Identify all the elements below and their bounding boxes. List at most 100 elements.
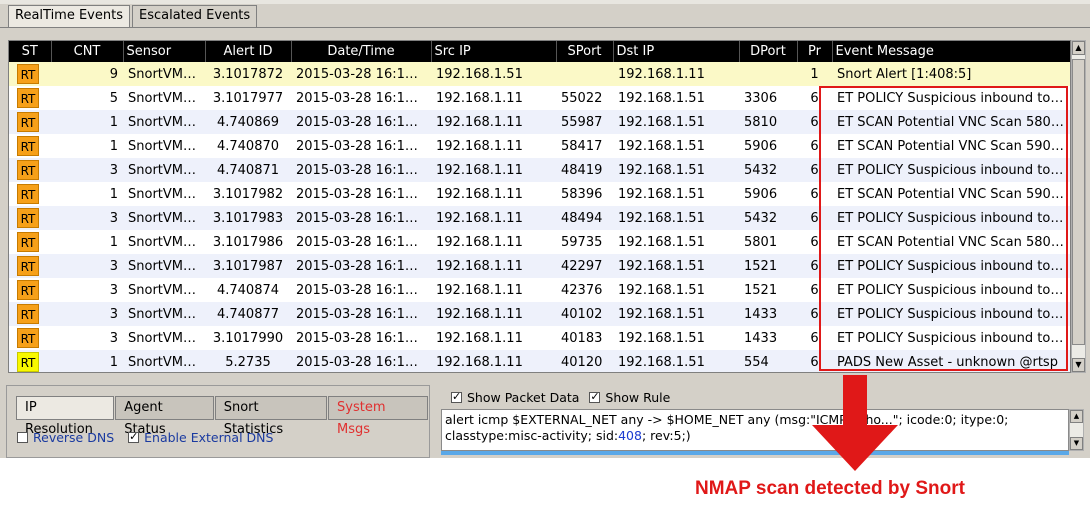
table-row[interactable]: RT 9 SnortVM-... 3.1017872 2015-03-28 16:11:…: [9, 62, 1070, 86]
tab-escalated-events[interactable]: Escalated Events: [132, 5, 258, 27]
reverse-dns-label: Reverse DNS: [33, 430, 115, 445]
cell-cnt: 1: [51, 134, 123, 158]
red-arrow-icon: [812, 375, 898, 471]
cell-sensor: SnortVM-...: [123, 86, 205, 110]
cell-sensor: SnortVM-...: [123, 278, 205, 302]
rule-scrollbar[interactable]: ▲ ▼: [1069, 409, 1084, 451]
status-badge: RT: [17, 328, 39, 348]
show-rule-checkbox[interactable]: [589, 390, 601, 403]
cell-src-ip: 192.168.1.11: [431, 230, 556, 254]
tab-ip-resolution[interactable]: IP Resolution: [16, 396, 115, 437]
event-tabs: RealTime Events Escalated Events: [8, 5, 259, 27]
cell-sport: 42297: [556, 254, 613, 278]
cell-sport: 40102: [556, 302, 613, 326]
column-header-src-ip[interactable]: Src IP: [431, 41, 557, 62]
cell-sport: 58396: [556, 182, 613, 206]
reverse-dns-checkbox[interactable]: [17, 432, 28, 443]
cell-dport: 5906: [739, 182, 797, 206]
cell-dport: [739, 62, 797, 86]
scan-alerts-highlight: [819, 86, 1068, 371]
status-badge: RT: [17, 256, 39, 276]
cell-datetime: 2015-03-28 16:12:29: [291, 230, 431, 254]
rule-line-2-prefix: classtype:misc-activity; sid:: [445, 428, 619, 443]
cell-st: RT: [9, 182, 51, 206]
status-badge: RT: [17, 232, 39, 252]
cell-cnt: 3: [51, 158, 123, 182]
cell-src-ip: 192.168.1.11: [431, 134, 556, 158]
rule-scroll-down-icon[interactable]: ▼: [1070, 437, 1083, 450]
status-badge: RT: [17, 136, 39, 156]
cell-sport: 42376: [556, 278, 613, 302]
tab-agent-status[interactable]: Agent Status: [115, 396, 214, 437]
cell-cnt: 3: [51, 206, 123, 230]
cell-datetime: 2015-03-28 16:12:26: [291, 86, 431, 110]
column-header-pr[interactable]: Pr: [797, 41, 833, 62]
column-header-st[interactable]: ST: [9, 41, 52, 62]
column-header-date-time[interactable]: Date/Time: [291, 41, 432, 62]
cell-sensor: SnortVM-...: [123, 206, 205, 230]
cell-cnt: 9: [51, 62, 123, 86]
cell-st: RT: [9, 254, 51, 278]
cell-alert-id: 3.1017986: [205, 230, 291, 254]
cell-datetime: 2015-03-28 16:12:29: [291, 254, 431, 278]
cell-dst-ip: 192.168.1.51: [613, 302, 739, 326]
status-badge: RT: [17, 64, 39, 84]
cell-dport: 5801: [739, 230, 797, 254]
cell-dst-ip: 192.168.1.51: [613, 326, 739, 350]
cell-sensor: SnortVM-...: [123, 326, 205, 350]
cell-dst-ip: 192.168.1.51: [613, 158, 739, 182]
cell-dst-ip: 192.168.1.51: [613, 86, 739, 110]
cell-st: RT: [9, 206, 51, 230]
cell-src-ip: 192.168.1.11: [431, 86, 556, 110]
cell-sensor: SnortVM-...: [123, 182, 205, 206]
cell-src-ip: 192.168.1.11: [431, 350, 556, 372]
scroll-up-icon[interactable]: ▲: [1072, 41, 1085, 55]
column-header-dport[interactable]: DPort: [739, 41, 798, 62]
column-header-sensor[interactable]: Sensor: [123, 41, 206, 62]
scroll-down-icon[interactable]: ▼: [1072, 358, 1085, 372]
cell-alert-id: 3.1017977: [205, 86, 291, 110]
cell-alert-id: 4.740871: [205, 158, 291, 182]
tab-snort-statistics[interactable]: Snort Statistics: [214, 396, 327, 437]
cell-st: RT: [9, 230, 51, 254]
dns-options: Reverse DNS Enable External DNS: [17, 430, 287, 445]
cell-dst-ip: 192.168.1.11: [613, 62, 739, 86]
cell-dst-ip: 192.168.1.51: [613, 278, 739, 302]
cell-dst-ip: 192.168.1.51: [613, 134, 739, 158]
column-header-cnt[interactable]: CNT: [51, 41, 124, 62]
cell-dport: 5810: [739, 110, 797, 134]
cell-alert-id: 3.1017990: [205, 326, 291, 350]
tab-system-msgs[interactable]: System Msgs: [328, 396, 429, 437]
column-header-alert-id[interactable]: Alert ID: [205, 41, 292, 62]
column-header-dst-ip[interactable]: Dst IP: [613, 41, 740, 62]
rule-line-2-suffix: ; rev:5;): [641, 428, 691, 443]
cell-datetime: 2015-03-28 16:12:29: [291, 206, 431, 230]
cell-dport: 1521: [739, 278, 797, 302]
rule-scroll-up-icon[interactable]: ▲: [1070, 410, 1083, 423]
cell-st: RT: [9, 134, 51, 158]
rule-text[interactable]: alert icmp $EXTERNAL_NET any -> $HOME_NE…: [441, 409, 1069, 451]
cell-st: RT: [9, 302, 51, 326]
annotation-caption: NMAP scan detected by Snort: [695, 478, 965, 499]
cell-datetime: 2015-03-28 16:12:31: [291, 326, 431, 350]
cell-sensor: SnortVM-...: [123, 302, 205, 326]
events-scrollbar[interactable]: ▲ ▼: [1071, 40, 1086, 373]
cell-dst-ip: 192.168.1.51: [613, 350, 739, 372]
tab-realtime-events[interactable]: RealTime Events: [8, 5, 130, 27]
cell-cnt: 1: [51, 230, 123, 254]
external-dns-checkbox[interactable]: [128, 430, 140, 443]
cell-datetime: 2015-03-28 16:12:29: [291, 158, 431, 182]
cell-sport: 40120: [556, 350, 613, 372]
cell-dst-ip: 192.168.1.51: [613, 254, 739, 278]
cell-alert-id: 4.740870: [205, 134, 291, 158]
column-header-sport[interactable]: SPort: [556, 41, 614, 62]
external-dns-label: Enable External DNS: [144, 430, 274, 445]
scroll-thumb[interactable]: [1072, 59, 1085, 345]
column-header-event-message[interactable]: Event Message: [832, 41, 1070, 62]
cell-src-ip: 192.168.1.11: [431, 302, 556, 326]
show-packet-checkbox[interactable]: [451, 390, 462, 403]
sguil-window: RealTime Events Escalated Events ST CNT Sen…: [0, 0, 1090, 458]
cell-alert-id: 5.2735: [205, 350, 291, 372]
cell-sensor: SnortVM-...: [123, 254, 205, 278]
cell-sport: 55022: [556, 86, 613, 110]
